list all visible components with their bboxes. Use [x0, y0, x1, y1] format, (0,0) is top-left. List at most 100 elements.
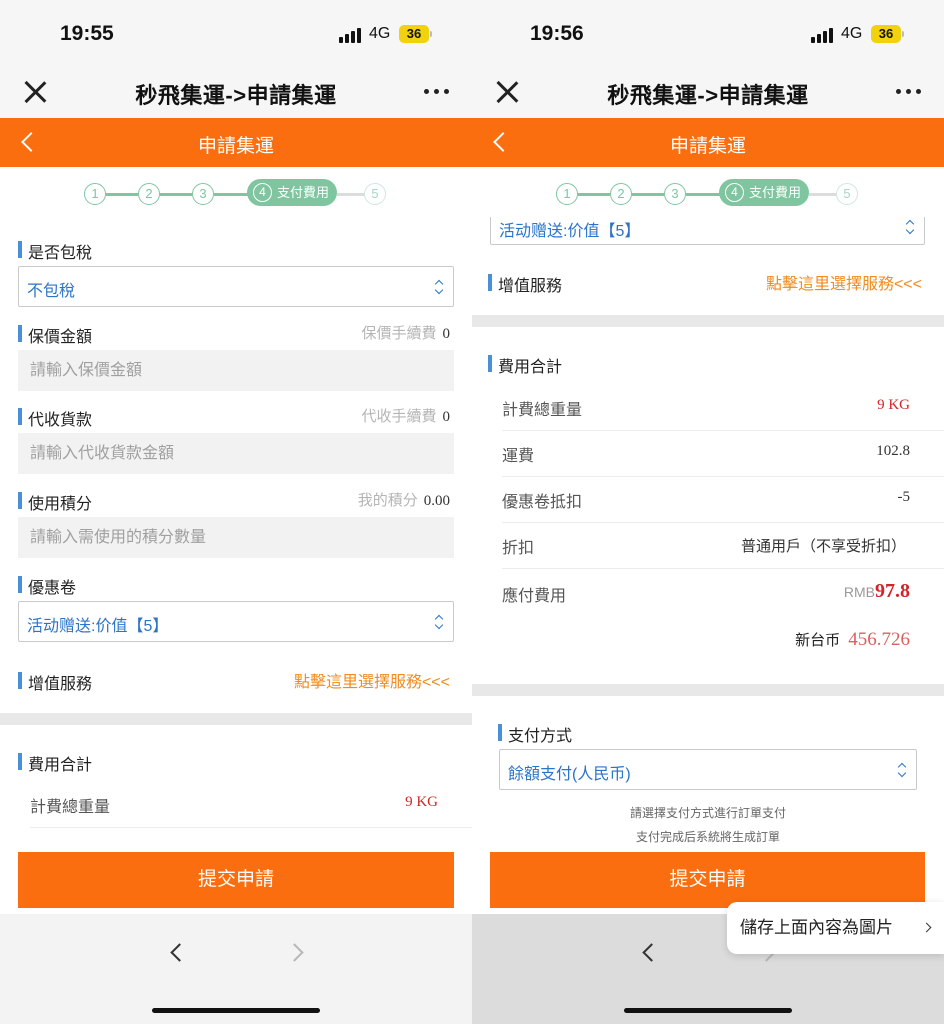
tax-select-value: 不包稅	[27, 283, 76, 300]
coupon-select-value: 活动赠送:价值【5】	[499, 223, 641, 240]
step-line	[686, 193, 720, 196]
step-4-label: 支付費用	[277, 185, 330, 200]
step-2: 2	[610, 183, 632, 205]
insurance-fee-note: 保價手續費 0	[361, 322, 450, 343]
payment-note-1: 請選擇支付方式進行訂單支付	[629, 806, 786, 820]
step-line	[214, 193, 248, 196]
insurance-input[interactable]	[18, 350, 454, 391]
coupon-select[interactable]: 活动赠送:价值【5】	[18, 601, 454, 642]
app-title: 秒飛集運->申請集運	[135, 83, 337, 108]
cod-input[interactable]	[18, 433, 454, 474]
battery-tip	[902, 31, 904, 37]
payment-label: 支付方式	[498, 722, 572, 746]
payment-select[interactable]: 餘額支付(人民币)	[499, 749, 917, 790]
freight-value: 102.8	[876, 443, 910, 459]
insurance-fee-value: 0	[442, 326, 451, 342]
coupon-label: 優惠卷	[18, 574, 76, 598]
save-image-button[interactable]: 儲存上面內容為圖片	[727, 902, 944, 954]
chevron-updown-icon	[434, 614, 444, 630]
browser-bottom-bar	[0, 914, 472, 1024]
points-balance-note: 我的積分 0.00	[358, 489, 450, 510]
insurance-label: 保價金額	[18, 323, 92, 347]
points-input[interactable]	[18, 517, 454, 558]
section-divider	[472, 315, 944, 327]
more-icon[interactable]	[424, 89, 450, 95]
coupon-deduct-label: 優惠卷抵扣	[502, 494, 583, 511]
value-added-label: 增值服務	[18, 670, 92, 694]
freight-label: 運費	[502, 448, 535, 465]
step-line	[106, 193, 138, 196]
status-bar: 19:56 4G 36	[472, 0, 944, 70]
network-type: 4G	[841, 25, 863, 42]
title-bar: 秒飛集運->申請集運	[472, 66, 944, 118]
fee-row-coupon-deduct: 優惠卷抵扣 -5	[502, 477, 944, 523]
browser-back-icon[interactable]	[168, 941, 184, 963]
step-4-number: 4	[725, 183, 744, 202]
step-4-active: 4 支付費用	[247, 179, 337, 206]
twd-amount: 456.726	[848, 629, 910, 650]
value-added-link[interactable]: 點擊這里選擇服務<<<	[766, 270, 922, 294]
step-5: 5	[364, 183, 386, 205]
step-line	[160, 193, 192, 196]
chevron-right-icon	[921, 922, 932, 933]
step-indicator: 1 2 3 4 支付費用 5	[472, 167, 944, 217]
discount-label: 折扣	[502, 540, 535, 557]
step-4-active: 4 支付費用	[719, 179, 809, 206]
weight-label: 計費總重量	[502, 402, 583, 419]
submit-button[interactable]: 提交申請	[490, 852, 925, 908]
status-time: 19:55	[60, 22, 114, 45]
payable-amount: 97.8	[875, 580, 910, 602]
points-balance-label: 我的積分	[357, 492, 418, 509]
weight-label: 計費總重量	[30, 799, 111, 816]
step-line	[337, 193, 365, 196]
step-3: 3	[664, 183, 686, 205]
chevron-updown-icon	[905, 219, 915, 235]
fees-label: 費用合計	[488, 353, 562, 377]
save-image-label: 儲存上面內容為圖片	[740, 918, 893, 937]
chevron-updown-icon	[434, 279, 444, 295]
weight-value: 9 KG	[405, 794, 438, 810]
nav-header: 申請集運	[472, 118, 944, 167]
step-line	[809, 193, 837, 196]
payment-note-2: 支付完成后系統將生成訂單	[635, 830, 780, 844]
step-2: 2	[138, 183, 160, 205]
step-1: 1	[556, 183, 578, 205]
points-balance-value: 0.00	[423, 493, 450, 509]
value-added-link[interactable]: 點擊這里選擇服務<<<	[294, 668, 450, 692]
coupon-deduct-value: -5	[897, 489, 911, 505]
browser-back-icon[interactable]	[640, 941, 656, 963]
left-screen: 19:55 4G 36 秒飛集運->申請集運 申請集運 1 2 3 4 支付費用…	[0, 0, 472, 1024]
step-line	[578, 193, 610, 196]
value-added-label: 增值服務	[488, 272, 562, 296]
status-time: 19:56	[530, 22, 584, 45]
payment-select-value: 餘額支付(人民币)	[508, 766, 631, 783]
browser-forward-icon[interactable]	[288, 941, 304, 963]
submit-button[interactable]: 提交申請	[18, 852, 454, 908]
cod-label: 代收貨款	[18, 406, 92, 430]
step-5: 5	[836, 183, 858, 205]
fee-row-weight: 計費總重量 9 KG	[30, 782, 472, 828]
step-4-number: 4	[253, 183, 272, 202]
tax-select[interactable]: 不包稅	[18, 266, 454, 307]
payable-amount-wrap: RMB97.8	[844, 580, 910, 603]
title-bar: 秒飛集運->申請集運	[0, 66, 472, 118]
discount-value: 普通用戶（不享受折扣）	[740, 538, 906, 555]
tax-label: 是否包稅	[18, 239, 92, 263]
more-icon[interactable]	[896, 89, 922, 95]
nav-title: 申請集運	[669, 136, 746, 157]
fees-label: 費用合計	[18, 751, 92, 775]
step-3: 3	[192, 183, 214, 205]
cod-fee-note: 代收手續費 0	[361, 405, 450, 426]
section-divider	[0, 713, 472, 725]
home-indicator	[624, 1008, 792, 1013]
home-indicator	[152, 1008, 320, 1013]
right-screen: 19:56 4G 36 秒飛集運->申請集運 申請集運 1 2 3 4 支付費用…	[472, 0, 944, 1024]
app-title: 秒飛集運->申請集運	[607, 83, 809, 108]
fee-row-freight: 運費 102.8	[502, 431, 944, 477]
payable-label: 應付費用	[502, 588, 567, 605]
signal-icon	[339, 27, 363, 43]
section-divider	[472, 684, 944, 696]
cod-fee-label: 代收手續費	[361, 408, 437, 425]
step-1: 1	[84, 183, 106, 205]
battery-icon: 36	[871, 25, 901, 43]
